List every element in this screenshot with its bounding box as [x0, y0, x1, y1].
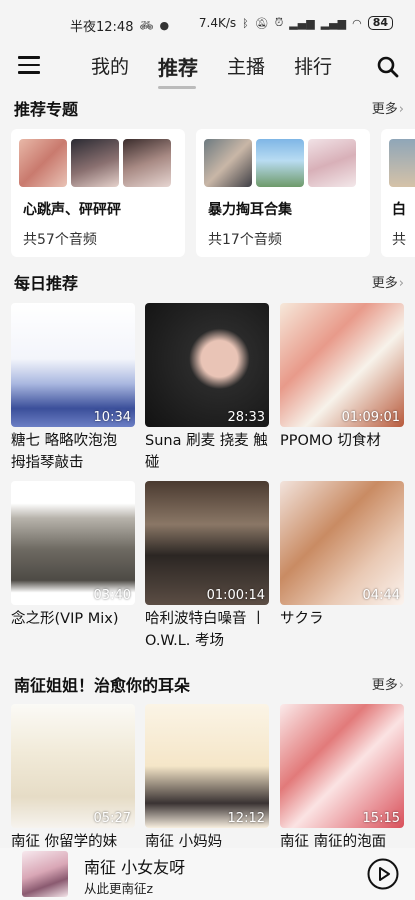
more-button[interactable]: 更多›	[372, 272, 404, 291]
wifi-icon: ◠	[352, 16, 362, 30]
alarm-icon: ⏰︎	[274, 16, 284, 29]
topic-card[interactable]: 白 共	[381, 129, 415, 257]
section-title: 南征姐姐！治愈你的耳朵	[14, 676, 191, 695]
daily-header: 每日推荐 更多›	[14, 270, 404, 294]
audio-tile[interactable]: 01:00:14 哈利波特白噪音 丨O.W.L. 考场	[145, 481, 269, 652]
duration: 05:27	[93, 811, 131, 826]
audio-title: 糖七 略略吹泡泡 拇指琴敲击	[11, 433, 118, 471]
topic-title: 心跳声、砰砰砰	[23, 202, 121, 218]
duration: 15:15	[362, 811, 400, 826]
tab-mine[interactable]: 我的	[91, 52, 129, 79]
duration: 28:33	[227, 410, 265, 425]
chevron-right-icon: ›	[398, 102, 404, 117]
bluetooth-icon: ᛒ	[242, 16, 249, 30]
audio-cover: 12:12	[145, 704, 269, 828]
hamburger-menu-icon[interactable]	[18, 56, 40, 74]
topic-card[interactable]: 暴力掏耳合集 共17个音频	[196, 129, 370, 257]
more-button[interactable]: 更多›	[372, 98, 404, 117]
more-button[interactable]: 更多›	[372, 674, 404, 693]
nanzheng-header: 南征姐姐！治愈你的耳朵 更多›	[14, 672, 404, 696]
topic-thumbnail	[19, 139, 67, 187]
topic-count: 共57个音频	[23, 232, 97, 248]
audio-tile[interactable]: 10:34 糖七 略略吹泡泡 拇指琴敲击	[11, 303, 135, 474]
tab-ranking[interactable]: 排行	[294, 52, 332, 79]
section-title: 每日推荐	[14, 274, 79, 293]
topic-thumbnail	[256, 139, 304, 187]
mute-icon: 🔕︎	[254, 16, 269, 30]
audio-cover: 03:40	[11, 481, 135, 605]
audio-tile[interactable]: 28:33 Suna 刷麦 挠麦 触碰	[145, 303, 269, 474]
topic-thumbnail	[389, 139, 415, 187]
audio-title: 念之形(VIP Mix)	[11, 611, 119, 627]
topic-card[interactable]: 心跳声、砰砰砰 共57个音频	[11, 129, 185, 257]
audio-tile[interactable]: 04:44 サクラ	[280, 481, 404, 630]
topic-count: 共	[392, 232, 406, 248]
audio-cover: 28:33	[145, 303, 269, 427]
topics-header: 推荐专题 更多›	[14, 96, 404, 120]
audio-cover: 01:09:01	[280, 303, 404, 427]
player-subtitle: 从此更南征z	[84, 881, 154, 896]
audio-title: Suna 刷麦 挠麦 触碰	[145, 433, 268, 471]
topic-thumbnail	[123, 139, 171, 187]
duration: 04:44	[362, 588, 400, 603]
audio-tile[interactable]: 01:09:01 PPOMO 切食材	[280, 303, 404, 452]
duration: 12:12	[227, 811, 265, 826]
topic-title: 白	[392, 202, 406, 218]
player-cover	[22, 851, 68, 897]
top-nav: 我的 推荐 主播 排行	[0, 46, 415, 90]
audio-tile[interactable]: 12:12 南征 小妈妈	[145, 704, 269, 853]
active-tab-indicator	[158, 86, 196, 89]
audio-tile[interactable]: 03:40 念之形(VIP Mix)	[11, 481, 135, 630]
audio-tile[interactable]: 15:15 南征 南征的泡面	[280, 704, 404, 853]
duration: 01:09:01	[341, 410, 400, 425]
tab-anchor[interactable]: 主播	[227, 52, 265, 79]
audio-cover: 15:15	[280, 704, 404, 828]
topic-title: 暴力掏耳合集	[208, 202, 292, 218]
tab-recommend[interactable]: 推荐	[158, 52, 198, 81]
topic-thumbnail	[204, 139, 252, 187]
audio-title: サクラ	[280, 611, 324, 627]
audio-tile[interactable]: 05:27 南征 你留学的妹	[11, 704, 135, 853]
signal-hd-icon: ▂▄▆	[320, 16, 347, 30]
topic-thumbnail	[71, 139, 119, 187]
audio-title: PPOMO 切食材	[280, 433, 381, 449]
bike-icon: 🚲︎	[139, 19, 154, 32]
search-icon[interactable]	[375, 54, 401, 80]
duration: 01:00:14	[206, 588, 265, 603]
mini-player[interactable]: 南征 小女友呀 从此更南征z	[0, 848, 415, 900]
status-bar: 半夜12:48 🚲︎ ● 7.4K/s ᛒ 🔕︎ ⏰︎ ▂▄▆ ▂▄▆ ◠ 84	[0, 0, 415, 46]
audio-title: 哈利波特白噪音 丨O.W.L. 考场	[145, 611, 266, 649]
audio-cover: 01:00:14	[145, 481, 269, 605]
qq-penguin-icon: ●	[159, 19, 170, 32]
play-icon[interactable]	[367, 858, 399, 890]
duration: 03:40	[93, 588, 131, 603]
audio-cover: 10:34	[11, 303, 135, 427]
player-title: 南征 小女友呀	[84, 858, 186, 877]
topic-count: 共17个音频	[208, 232, 282, 248]
audio-cover: 05:27	[11, 704, 135, 828]
duration: 10:34	[93, 410, 131, 425]
chevron-right-icon: ›	[398, 276, 404, 291]
topic-thumbnail	[308, 139, 356, 187]
audio-cover: 04:44	[280, 481, 404, 605]
battery-icon: 84	[367, 16, 393, 30]
chevron-right-icon: ›	[398, 678, 404, 693]
status-time: 半夜12:48	[70, 20, 134, 35]
section-title: 推荐专题	[14, 100, 79, 119]
network-speed: 7.4K/s	[198, 16, 237, 30]
signal-hd-icon: ▂▄▆	[289, 16, 315, 30]
